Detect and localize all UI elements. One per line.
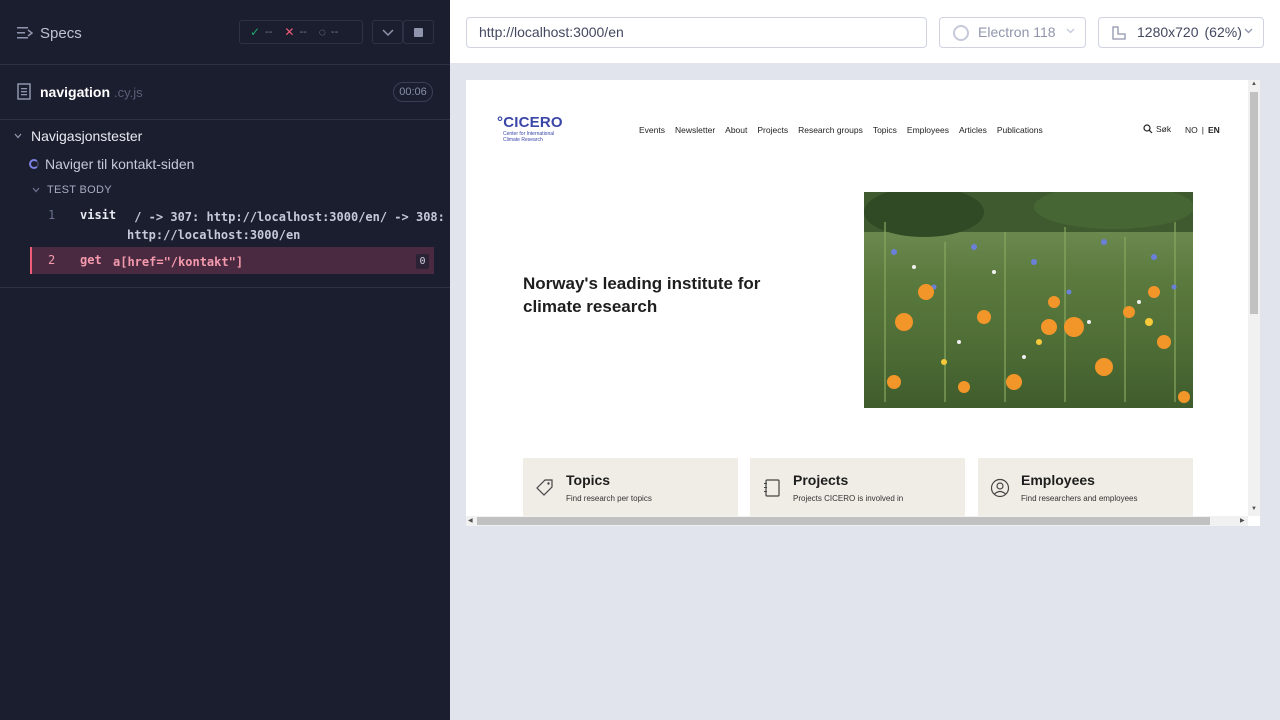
suite-block: Navigasjonstester Naviger til kontakt-si… xyxy=(0,120,450,288)
passed-count: -- xyxy=(265,26,273,38)
test-body-label[interactable]: TEST BODY xyxy=(47,184,112,196)
chevron-down-icon[interactable] xyxy=(32,187,40,193)
command-number: 1 xyxy=(48,208,56,222)
runner-topbar: http://localhost:3000/en Electron 118 12… xyxy=(450,0,1280,64)
nav-events[interactable]: Events xyxy=(639,125,665,135)
run-stats: ✓ -- ✕ -- ◌ -- xyxy=(239,20,363,44)
horizontal-scrollbar[interactable]: ◀ ▶ xyxy=(466,516,1248,526)
chevron-down-icon xyxy=(1244,28,1253,34)
nav-about[interactable]: About xyxy=(725,125,747,135)
scrollbar-thumb[interactable] xyxy=(477,517,1210,525)
command-row[interactable]: 1 visit / -> 307: http://localhost:3000/… xyxy=(30,205,445,245)
electron-icon xyxy=(953,25,969,41)
logo-tagline: Center for International Climate Researc… xyxy=(503,131,555,143)
command-name: visit xyxy=(80,208,117,222)
browser-select[interactable]: Electron 118 xyxy=(939,17,1086,48)
card-description: Find researchers and employees xyxy=(1021,494,1138,503)
pending-stat: ◌ -- xyxy=(319,25,338,39)
x-icon: ✕ xyxy=(284,25,295,39)
scrollbar-thumb[interactable] xyxy=(1250,92,1258,314)
running-spinner-icon xyxy=(29,159,39,169)
chevron-down-icon xyxy=(382,29,394,37)
search-button[interactable]: Søk xyxy=(1143,124,1171,134)
failed-count: -- xyxy=(299,26,307,38)
scroll-down-arrow-icon[interactable]: ▼ xyxy=(1251,506,1257,512)
chevron-down-icon xyxy=(1066,28,1075,34)
failed-stat: ✕ -- xyxy=(284,25,306,39)
logo-wordmark: °CICERO xyxy=(497,114,563,131)
viewport-ruler-icon xyxy=(1112,26,1126,40)
spec-extension: .cy.js xyxy=(114,85,143,100)
projects-card[interactable]: Projects Projects CICERO is involved in xyxy=(750,458,965,518)
card-description: Projects CICERO is involved in xyxy=(793,494,904,503)
command-message: / -> 307: http://localhost:3000/en/ -> 3… xyxy=(127,210,445,242)
chevron-down-icon[interactable] xyxy=(14,133,22,139)
person-icon xyxy=(990,478,1010,498)
specs-list-icon[interactable] xyxy=(17,26,33,40)
hero-wildflower-image xyxy=(864,192,1193,408)
lang-en[interactable]: EN xyxy=(1208,125,1220,135)
test-title[interactable]: Naviger til kontakt-siden xyxy=(45,156,194,172)
nav-research-groups[interactable]: Research groups xyxy=(798,125,863,135)
command-number: 2 xyxy=(48,253,56,267)
search-icon xyxy=(1143,124,1153,134)
card-description: Find research per topics xyxy=(566,494,652,503)
viewport-select[interactable]: 1280x720 (62%) xyxy=(1098,17,1264,48)
scroll-right-arrow-icon[interactable]: ▶ xyxy=(1240,517,1245,524)
scroll-left-arrow-icon[interactable]: ◀ xyxy=(468,517,473,524)
stop-icon xyxy=(414,28,423,37)
main-nav: Events Newsletter About Projects Researc… xyxy=(639,125,1053,135)
url-field[interactable]: http://localhost:3000/en xyxy=(466,17,927,48)
nav-publications[interactable]: Publications xyxy=(997,125,1043,135)
nav-employees[interactable]: Employees xyxy=(907,125,949,135)
topics-card[interactable]: Topics Find research per topics xyxy=(523,458,738,518)
command-row-failed[interactable]: 2 get a[href="/kontakt"] 0 xyxy=(30,247,434,274)
card-title: Topics xyxy=(566,472,611,488)
spec-name: navigation .cy.js xyxy=(40,84,143,100)
nav-topics[interactable]: Topics xyxy=(873,125,897,135)
viewport-scale: (62%) xyxy=(1204,24,1242,40)
vertical-scrollbar[interactable]: ▲ ▼ xyxy=(1248,80,1260,516)
cicero-logo[interactable]: °CICERO Center for International Climate… xyxy=(497,114,563,143)
specs-label[interactable]: Specs xyxy=(40,25,82,42)
employees-card[interactable]: Employees Find researchers and employees xyxy=(978,458,1193,518)
tag-icon xyxy=(536,479,553,496)
stop-button[interactable] xyxy=(403,20,434,44)
check-icon: ✓ xyxy=(250,25,261,39)
spinner-icon: ◌ xyxy=(318,25,326,39)
file-icon xyxy=(17,83,31,100)
lang-no[interactable]: NO xyxy=(1185,125,1198,135)
duration-badge: 00:06 xyxy=(393,82,433,102)
card-title: Employees xyxy=(1021,472,1095,488)
nav-newsletter[interactable]: Newsletter xyxy=(675,125,715,135)
nav-projects[interactable]: Projects xyxy=(757,125,788,135)
spec-file-row[interactable]: navigation .cy.js 00:06 xyxy=(0,65,450,120)
reporter-panel: Specs ✓ -- ✕ -- ◌ -- navigation .cy.js 0… xyxy=(0,0,450,720)
suite-title[interactable]: Navigasjonstester xyxy=(31,128,142,144)
card-title: Projects xyxy=(793,472,849,488)
nav-articles[interactable]: Articles xyxy=(959,125,987,135)
search-label: Søk xyxy=(1156,124,1172,134)
reporter-header: Specs ✓ -- ✕ -- ◌ -- xyxy=(0,0,450,65)
scroll-up-arrow-icon[interactable]: ▲ xyxy=(1251,81,1257,87)
command-message: a[href="/kontakt"] xyxy=(113,255,244,269)
lang-separator: | xyxy=(1201,125,1204,135)
passed-stat: ✓ -- xyxy=(250,25,272,39)
element-count-badge: 0 xyxy=(416,254,429,269)
pending-count: -- xyxy=(330,26,339,38)
collapse-all-button[interactable] xyxy=(372,20,403,44)
viewport-size: 1280x720 xyxy=(1137,24,1199,40)
hero-title: Norway's leading institute for climate r… xyxy=(523,274,761,316)
app-preview-frame[interactable]: °CICERO Center for International Climate… xyxy=(466,80,1260,526)
language-switcher: NO | EN xyxy=(1185,125,1220,135)
site-header: °CICERO Center for International Climate… xyxy=(466,80,1248,180)
notebook-icon xyxy=(764,479,780,497)
browser-name: Electron 118 xyxy=(978,24,1056,40)
command-name: get xyxy=(80,253,102,267)
